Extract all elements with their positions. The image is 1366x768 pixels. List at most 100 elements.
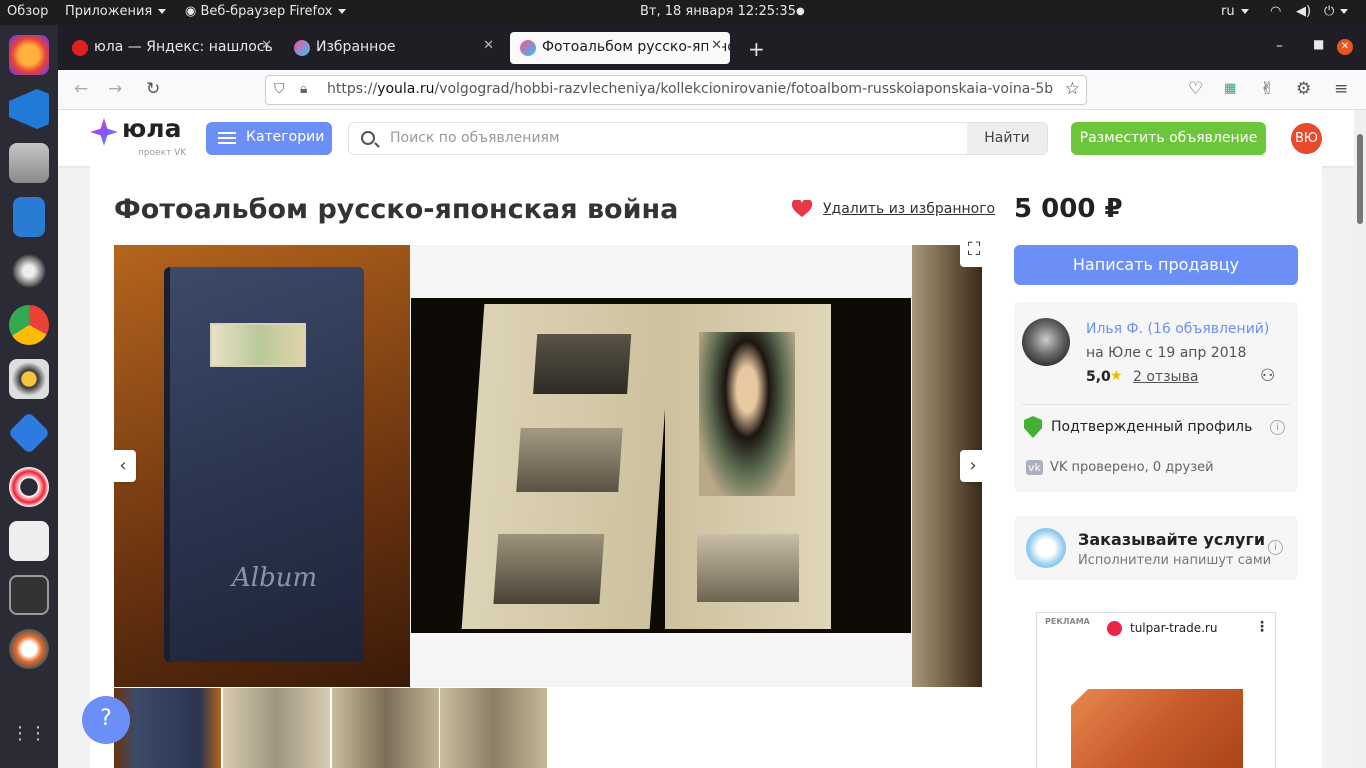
- tab-yandex[interactable]: юла — Яндекс: нашлось ✕: [62, 32, 280, 64]
- reload-icon[interactable]: ↻: [146, 79, 160, 99]
- show-apps-icon[interactable]: ⋮⋮: [9, 723, 49, 751]
- apps-menu[interactable]: Приложения: [65, 4, 166, 19]
- extension-2-icon[interactable]: ✌: [1260, 79, 1274, 99]
- categories-button[interactable]: Категории: [206, 122, 332, 155]
- services-banner[interactable]: Заказывайте услуги Исполнители напишут с…: [1014, 516, 1298, 580]
- write-seller-button[interactable]: Написать продавцу: [1014, 245, 1298, 285]
- thumbnail[interactable]: [440, 688, 547, 768]
- shield-icon[interactable]: ⛉: [274, 81, 285, 97]
- search-placeholder: Поиск по объявлениям: [390, 130, 560, 146]
- writer-icon[interactable]: [13, 197, 45, 237]
- ad-favicon-icon: [1107, 621, 1122, 636]
- listing-title: Фотоальбом русско-японская война: [114, 194, 679, 225]
- help-icon[interactable]: [9, 467, 49, 507]
- fullscreen-icon[interactable]: ⛶: [960, 239, 988, 267]
- chevron-right-icon[interactable]: ›: [960, 450, 982, 482]
- extension-icon[interactable]: ▦: [1224, 81, 1236, 96]
- seller-name-link[interactable]: Илья Ф. (16 объявлений): [1086, 321, 1269, 337]
- vscode-icon[interactable]: [9, 89, 49, 129]
- gimp-icon[interactable]: [9, 251, 49, 291]
- heart-icon[interactable]: [792, 200, 812, 218]
- volume-icon[interactable]: ◀): [1296, 4, 1311, 19]
- info-icon[interactable]: i: [1270, 420, 1285, 435]
- help-button[interactable]: ?: [82, 696, 130, 744]
- app-store-icon[interactable]: [7, 411, 51, 455]
- lock-icon[interactable]: 🔒︎: [300, 81, 307, 97]
- extension-3-icon[interactable]: ⚙: [1296, 79, 1311, 99]
- album-photo: [533, 334, 632, 394]
- language-label: ru: [1221, 4, 1235, 19]
- thumbnail[interactable]: [114, 688, 221, 768]
- url-prefix: https://: [327, 81, 378, 97]
- apps-menu-label: Приложения: [65, 4, 153, 19]
- language-indicator[interactable]: ru: [1221, 4, 1249, 19]
- firefox-app-label: Веб-браузер Firefox: [200, 4, 333, 19]
- album-photo: [493, 534, 605, 604]
- thumbnail[interactable]: [332, 688, 439, 768]
- post-ad-button[interactable]: Разместить объявление: [1071, 122, 1266, 155]
- firefox-icon[interactable]: [9, 35, 49, 75]
- new-tab-button[interactable]: +: [742, 32, 772, 64]
- logo-subtitle: проект VK: [138, 148, 187, 158]
- chevron-left-icon[interactable]: ‹: [114, 450, 136, 482]
- info-icon[interactable]: i: [1268, 540, 1283, 555]
- services-title: Заказывайте услуги: [1078, 530, 1266, 549]
- youla-favicon-icon: [294, 40, 310, 56]
- forward-icon[interactable]: →: [108, 79, 122, 99]
- rhythmbox-icon[interactable]: [9, 359, 49, 399]
- maximize-icon[interactable]: ■: [1304, 32, 1334, 64]
- back-icon[interactable]: ←: [74, 79, 88, 99]
- tab-favorites[interactable]: Избранное ✕: [284, 32, 502, 64]
- ad-menu-icon[interactable]: ⋮: [1255, 619, 1269, 635]
- user-avatar[interactable]: ВЮ: [1291, 123, 1322, 154]
- bookmark-star-icon[interactable]: ☆: [1060, 79, 1080, 99]
- url-bar[interactable]: ⛉ 🔒︎ https://youla.ru/volgograd/hobbi-ra…: [265, 75, 1087, 105]
- overview-button[interactable]: Обзор: [7, 4, 48, 19]
- firefox-icon-small: ◉: [185, 4, 201, 19]
- youla-logo[interactable]: юла проект VK: [90, 114, 186, 158]
- clock[interactable]: Вт, 18 января 12:25:35: [640, 4, 796, 19]
- seller-since: на Юле с 19 апр 2018: [1086, 345, 1247, 361]
- seller-rating: 5,0: [1086, 369, 1111, 385]
- minimize-icon[interactable]: –: [1266, 32, 1296, 64]
- tab-label: Избранное: [316, 39, 396, 55]
- divider: [1022, 404, 1290, 405]
- reviews-link[interactable]: 2 отзыва: [1133, 369, 1198, 385]
- seller-avatar[interactable]: [1022, 318, 1070, 366]
- calculator-icon[interactable]: [9, 575, 49, 615]
- files-icon[interactable]: [9, 143, 49, 183]
- photo-album-pages: [411, 298, 911, 633]
- subscribe-user-icon[interactable]: ⚇: [1260, 366, 1275, 386]
- thumbnail[interactable]: [223, 688, 330, 768]
- url-path: /volgograd/hobbi-razvlecheniya/kollekcio…: [434, 81, 1054, 97]
- verified-shield-icon: [1024, 416, 1042, 438]
- power-icon[interactable]: ⏻: [1324, 4, 1348, 19]
- tab-listing[interactable]: Фотоальбом русско-японская война✕: [510, 32, 730, 64]
- photo-album-cover: Album: [114, 245, 410, 687]
- close-tab-icon[interactable]: ✕: [483, 38, 494, 53]
- remove-favorite-link[interactable]: Удалить из избранного: [823, 201, 995, 217]
- firefox-app-menu[interactable]: ◉ Веб-браузер Firefox: [185, 4, 346, 19]
- close-window-icon[interactable]: ✕: [1332, 32, 1358, 64]
- album-right-page: [665, 304, 831, 629]
- dock: ⋮⋮: [0, 25, 58, 768]
- ad-banner[interactable]: РЕКЛАМА tulpar-trade.ru ⋮: [1036, 612, 1276, 768]
- album-portrait-photo: [699, 332, 795, 496]
- services-icon: [1026, 528, 1066, 568]
- tab-label: юла — Яндекс: нашлось: [94, 39, 273, 55]
- disk-usage-icon[interactable]: [9, 629, 49, 669]
- photo-gallery[interactable]: Album ‹ ›: [114, 245, 982, 687]
- search-input[interactable]: Поиск по объявлениям Найти: [348, 122, 1048, 155]
- wifi-icon[interactable]: ◠: [1270, 4, 1281, 19]
- find-button[interactable]: Найти: [967, 123, 1047, 154]
- album-photo: [516, 428, 623, 492]
- pocket-icon[interactable]: ♡: [1188, 79, 1203, 99]
- page-scrollbar[interactable]: [1354, 110, 1366, 768]
- menu-icon[interactable]: ≡: [1334, 79, 1348, 99]
- menu-lines-icon: [218, 132, 236, 134]
- chrome-icon[interactable]: [9, 305, 49, 345]
- terminal-app-icon[interactable]: [9, 521, 49, 561]
- scrollbar-thumb[interactable]: [1357, 134, 1363, 224]
- close-tab-icon[interactable]: ✕: [708, 38, 722, 53]
- close-tab-icon[interactable]: ✕: [261, 38, 272, 53]
